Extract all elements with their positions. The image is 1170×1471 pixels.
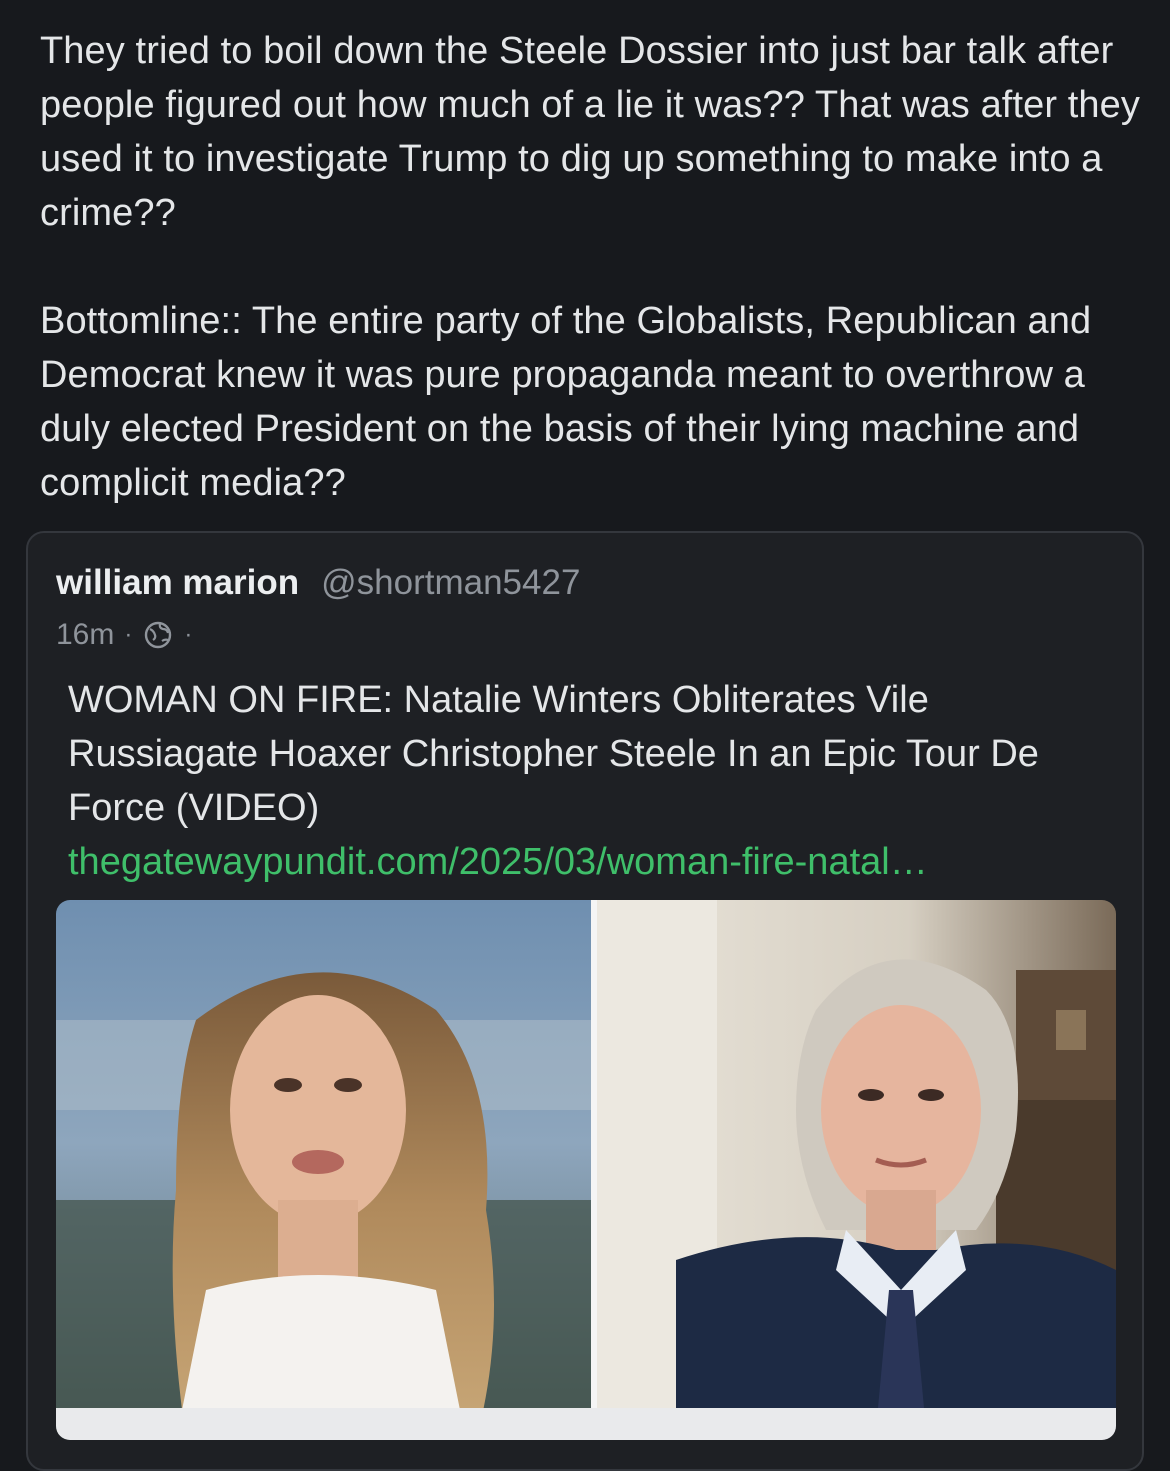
post-time[interactable]: 16m <box>56 618 114 652</box>
quoted-post-meta: 16m · · <box>56 615 202 655</box>
link-url[interactable]: thegatewaypundit.com/2025/03/woman-fire-… <box>68 835 1118 889</box>
meta-separator-2: · <box>184 621 193 648</box>
author-handle[interactable]: @shortman5427 <box>321 563 580 603</box>
post-paragraph-2: Bottomline:: The entire party of the Glo… <box>40 300 1092 504</box>
link-title[interactable]: WOMAN ON FIRE: Natalie Winters Obliterat… <box>68 673 1118 835</box>
post-paragraph-1: They tried to boil down the Steele Dossi… <box>40 30 1140 234</box>
post: They tried to boil down the Steele Dossi… <box>0 0 1170 1471</box>
author-name[interactable]: william marion <box>56 563 299 603</box>
image-caption-bar <box>56 1408 1116 1440</box>
globe-icon <box>142 619 174 651</box>
meta-separator: · <box>124 621 133 648</box>
link-preview-image[interactable] <box>56 900 1116 1440</box>
quoted-post-card[interactable]: william marion @shortman5427 16m · · WOM… <box>26 531 1144 1471</box>
post-body: They tried to boil down the Steele Dossi… <box>40 24 1140 510</box>
quoted-post-header: william marion @shortman5427 <box>56 563 580 607</box>
split-screen-interview-image <box>56 900 1116 1440</box>
